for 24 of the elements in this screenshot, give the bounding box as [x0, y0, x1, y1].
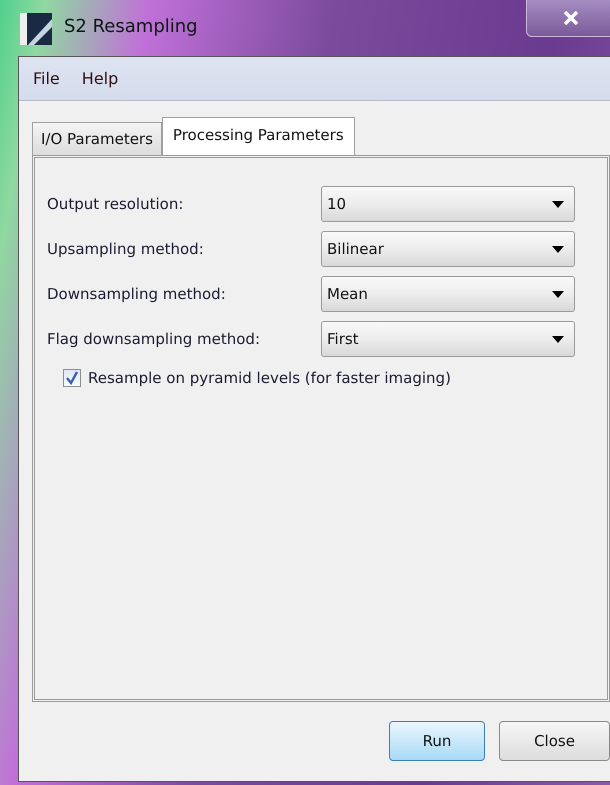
close-icon [563, 11, 579, 25]
tab[interactable]: I/O Parameters [32, 122, 162, 155]
menu-item[interactable]: File [33, 69, 60, 88]
close-button[interactable] [526, 0, 610, 37]
dialog-button[interactable]: Close [499, 721, 610, 761]
dropdown[interactable]: Mean [321, 276, 575, 312]
menu-item[interactable]: Help [82, 69, 118, 88]
dropdown[interactable]: Bilinear [321, 231, 575, 267]
window-title: S2 Resampling [64, 16, 198, 37]
field-label: Flag downsampling method: [47, 330, 262, 348]
field-label: Output resolution: [47, 195, 184, 213]
caret-icon [552, 200, 564, 208]
dropdown[interactable]: First [321, 321, 575, 357]
checkbox[interactable] [63, 369, 81, 387]
field-label: Downsampling method: [47, 285, 227, 303]
caret-icon [552, 336, 564, 342]
caret-icon [552, 290, 564, 298]
app-logo-icon [20, 13, 52, 45]
dropdown[interactable]: 10 [321, 186, 575, 222]
checkbox-label: Resample on pyramid levels (for faster imaging) [88, 369, 451, 387]
tab[interactable]: Processing Parameters [162, 117, 355, 155]
field-label: Upsampling method: [47, 240, 205, 258]
dialog-button[interactable]: Run [389, 721, 485, 761]
caret-icon [552, 246, 564, 252]
